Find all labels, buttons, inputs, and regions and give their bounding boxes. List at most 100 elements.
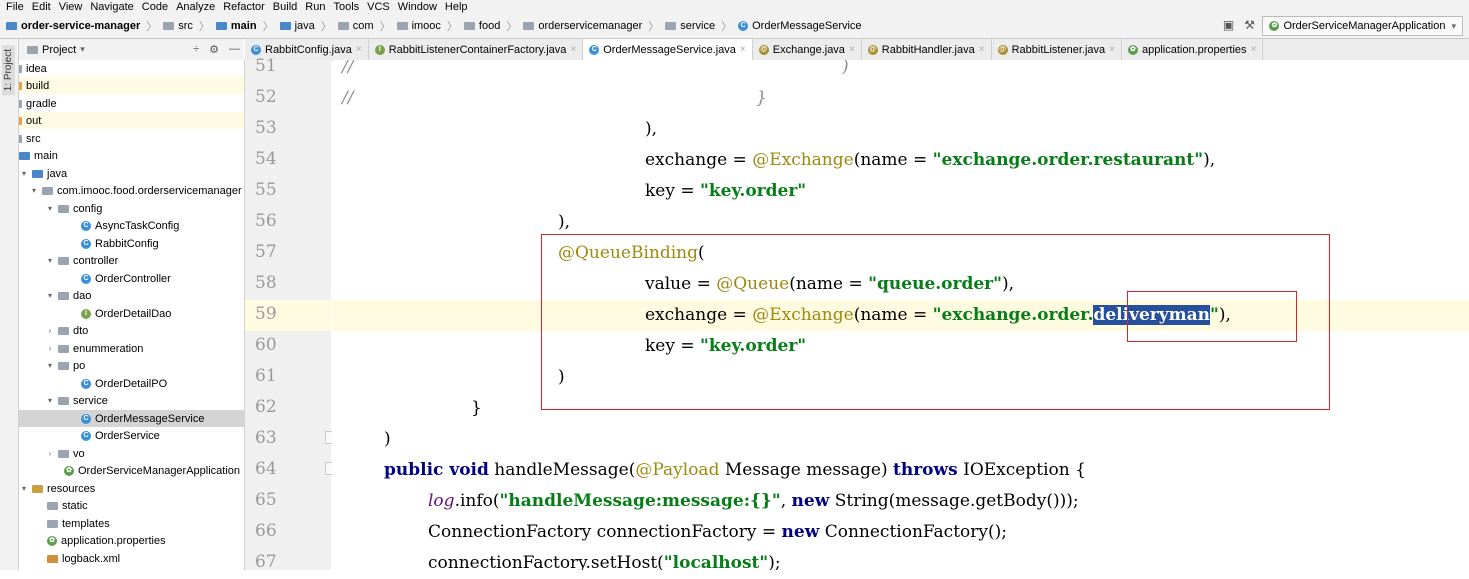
spring-boot-icon: ✿ [64, 465, 74, 476]
tree-item[interactable]: main [19, 147, 244, 164]
run-configuration-label: OrderServiceManagerApplication [1283, 20, 1446, 32]
tree-item[interactable]: templates [19, 515, 244, 532]
chevron-down-icon[interactable]: ▾ [19, 169, 29, 178]
breadcrumb-main[interactable]: main 〉 [215, 18, 274, 34]
tab-rabbitlistener[interactable]: @ RabbitListener.java × [992, 39, 1122, 60]
tree-item[interactable]: › dto [19, 322, 244, 339]
chevron-down-icon[interactable]: ▾ [45, 256, 55, 265]
tab-application-properties[interactable]: ✿ application.properties × [1122, 39, 1264, 60]
tree-item[interactable]: › vo [19, 445, 244, 462]
close-icon[interactable]: × [740, 44, 746, 55]
source-folder-icon [32, 169, 43, 178]
menu-tools[interactable]: Tools [333, 0, 359, 14]
chevron-down-icon: ▾ [1451, 20, 1456, 31]
tree-item[interactable]: ▾ dao [19, 287, 244, 304]
close-icon[interactable]: × [356, 44, 362, 55]
tree-item[interactable]: ✿ OrderServiceManagerApplication [19, 462, 244, 479]
tree-item[interactable]: C RabbitConfig [19, 235, 244, 252]
menu-file[interactable]: File [6, 0, 24, 14]
project-view-select[interactable]: Project [42, 44, 76, 56]
breadcrumb-java[interactable]: java 〉 [279, 18, 332, 34]
project-tool-window-button[interactable]: 1: Project [2, 45, 15, 96]
tree-item[interactable]: ▾ config [19, 200, 244, 217]
tab-rabbitlistenercontainerfactory[interactable]: I RabbitListenerContainerFactory.java × [369, 39, 584, 60]
close-icon[interactable]: × [849, 44, 855, 55]
tree-item[interactable]: out [19, 112, 244, 129]
tree-item-selected[interactable]: C OrderMessageService [19, 410, 244, 427]
breadcrumb-com[interactable]: com 〉 [337, 18, 391, 34]
close-icon[interactable]: × [1109, 44, 1115, 55]
editor-gutter[interactable]: 51 52 53 54 55 56 57 58 59 60 61 62 63 6… [245, 56, 331, 572]
tree-item[interactable]: logback.xml [19, 550, 244, 567]
tree-item[interactable]: static [19, 497, 244, 514]
layout-icon[interactable]: ▣ [1223, 18, 1234, 32]
chevron-down-icon[interactable]: ▾ [19, 484, 29, 493]
gutter-line: 55 [255, 180, 277, 200]
menu-code[interactable]: Code [142, 0, 168, 14]
chevron-down-icon[interactable]: ▾ [80, 44, 85, 55]
chevron-right-icon[interactable]: › [45, 449, 55, 458]
code-line: ConnectionFactory connectionFactory = ne… [428, 522, 1007, 542]
gear-icon[interactable]: ⚙ [209, 43, 219, 56]
gutter-line: 62 [255, 397, 277, 417]
tree-item[interactable]: ▾ java [19, 165, 244, 182]
project-tree: idea build gradle out src main ▾ java ▾ co… [19, 60, 245, 570]
interface-icon: I [81, 308, 91, 319]
tree-item[interactable]: C OrderController [19, 270, 244, 287]
breadcrumb-class[interactable]: C OrderMessageService [738, 20, 862, 32]
menu-view[interactable]: View [59, 0, 83, 14]
hide-panel-icon[interactable]: — [229, 43, 240, 56]
tree-item[interactable]: › enummeration [19, 340, 244, 357]
class-icon: C [81, 378, 91, 389]
breadcrumb-service[interactable]: service 〉 [665, 18, 732, 34]
menu-analyze[interactable]: Analyze [176, 0, 215, 14]
menu-run[interactable]: Run [305, 0, 325, 14]
tree-item[interactable]: C OrderService [19, 427, 244, 444]
xml-file-icon [47, 554, 58, 563]
tree-item[interactable]: ▾ po [19, 357, 244, 374]
breadcrumb-project[interactable]: order-service-manager 〉 [6, 18, 157, 34]
menu-window[interactable]: Window [398, 0, 437, 14]
tree-item[interactable]: build [19, 77, 244, 94]
chevron-right-icon[interactable]: › [45, 326, 55, 335]
close-icon[interactable]: × [1251, 44, 1257, 55]
tree-item[interactable]: ▾ resources [19, 480, 244, 497]
tree-item[interactable]: I OrderDetailDao [19, 305, 244, 322]
menu-vcs[interactable]: VCS [367, 0, 390, 14]
chevron-right-icon[interactable]: › [45, 344, 55, 353]
tree-item[interactable]: gradle [19, 95, 244, 112]
tree-item[interactable]: idea [19, 60, 244, 77]
chevron-down-icon[interactable]: ▾ [45, 361, 55, 370]
breadcrumb-imooc[interactable]: imooc 〉 [396, 18, 458, 34]
tree-item[interactable]: src [19, 130, 244, 147]
run-configuration-select[interactable]: ✿ OrderServiceManagerApplication ▾ [1262, 16, 1463, 36]
tree-item[interactable]: ✿ application.properties [19, 532, 244, 549]
breadcrumb-src[interactable]: src 〉 [163, 18, 210, 34]
breadcrumb-orderservicemanager[interactable]: orderservicemanager 〉 [523, 18, 659, 34]
menu-help[interactable]: Help [445, 0, 468, 14]
chevron-down-icon[interactable]: ▾ [45, 204, 55, 213]
editor-tabs: C RabbitConfig.java × I RabbitListenerConta… [245, 39, 1469, 61]
tree-item[interactable]: C OrderDetailPO [19, 375, 244, 392]
menu-edit[interactable]: Edit [32, 0, 51, 14]
close-icon[interactable]: × [570, 44, 576, 55]
chevron-down-icon[interactable]: ▾ [29, 186, 39, 195]
chevron-down-icon[interactable]: ▾ [45, 291, 55, 300]
menu-navigate[interactable]: Navigate [90, 0, 133, 14]
menu-build[interactable]: Build [273, 0, 297, 14]
chevron-down-icon[interactable]: ▾ [45, 396, 55, 405]
tree-item[interactable]: ▾ com.imooc.food.orderservicemanager [19, 182, 244, 199]
class-icon: C [738, 21, 749, 31]
build-hammer-icon[interactable]: ⚒ [1244, 18, 1255, 32]
tab-rabbithandler[interactable]: @ RabbitHandler.java × [862, 39, 992, 60]
tree-item[interactable]: ▾ service [19, 392, 244, 409]
close-icon[interactable]: × [979, 44, 985, 55]
tab-exchange[interactable]: @ Exchange.java × [753, 39, 862, 60]
tree-item[interactable]: C AsyncTaskConfig [19, 217, 244, 234]
collapse-all-icon[interactable]: ÷ [193, 43, 199, 56]
source-folder-icon [215, 22, 227, 30]
breadcrumb-food[interactable]: food 〉 [463, 18, 517, 34]
menu-refactor[interactable]: Refactor [223, 0, 265, 14]
tree-item[interactable]: ▾ controller [19, 252, 244, 269]
tab-ordermessageservice[interactable]: C OrderMessageService.java × [583, 39, 753, 60]
